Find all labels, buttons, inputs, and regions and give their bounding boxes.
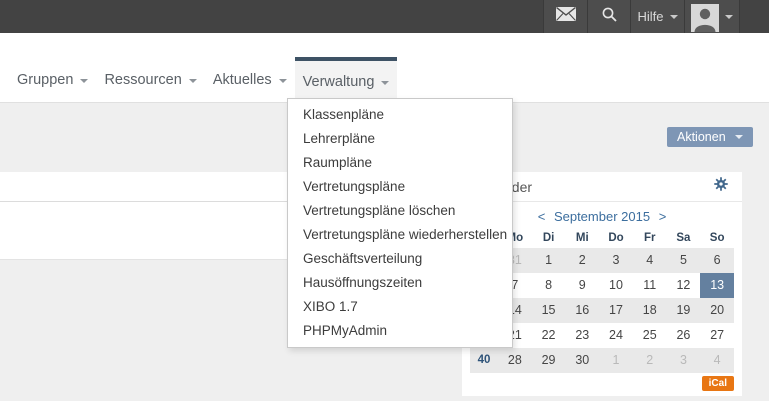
- ical-button[interactable]: iCal: [702, 376, 734, 391]
- calendar-day[interactable]: 2: [633, 348, 667, 373]
- dropdown-item[interactable]: XIBO 1.7: [288, 295, 512, 319]
- calendar-day[interactable]: 18: [633, 298, 667, 323]
- calendar-day[interactable]: 2: [565, 248, 599, 273]
- calendar-day[interactable]: 6: [700, 248, 734, 273]
- dow-header: Sa: [667, 228, 701, 248]
- calendar-day[interactable]: 19: [667, 298, 701, 323]
- nav-item-label: Verwaltung: [303, 74, 375, 90]
- verwaltung-dropdown: KlassenpläneLehrerpläneRaumpläneVertretu…: [287, 98, 513, 348]
- nav-item-label: Gruppen: [17, 72, 73, 88]
- dropdown-item[interactable]: Geschäftsverteilung: [288, 247, 512, 271]
- chevron-down-icon: [279, 79, 287, 83]
- dropdown-item[interactable]: PHPMyAdmin: [288, 319, 512, 343]
- calendar-day[interactable]: 27: [700, 323, 734, 348]
- week-number: 40: [470, 348, 498, 373]
- month-label: September 2015: [554, 209, 650, 224]
- nav-item-gruppen[interactable]: Gruppen: [9, 57, 96, 102]
- calendar-day[interactable]: 3: [599, 248, 633, 273]
- dow-header: Mi: [565, 228, 599, 248]
- prev-month-button[interactable]: <: [538, 209, 546, 224]
- calendar-day[interactable]: 20: [700, 298, 734, 323]
- mail-button[interactable]: [543, 0, 587, 33]
- calendar-day[interactable]: 1: [532, 248, 566, 273]
- help-menu[interactable]: Hilfe: [630, 0, 684, 33]
- calendar-day-selected[interactable]: 13: [700, 273, 734, 298]
- gear-icon[interactable]: [714, 177, 728, 196]
- nav-item-aktuelles[interactable]: Aktuelles: [205, 57, 295, 102]
- nav-item-ressourcen[interactable]: Ressourcen: [96, 57, 204, 102]
- dropdown-item[interactable]: Vertretungspläne wiederherstellen: [288, 223, 512, 247]
- calendar-day[interactable]: 15: [532, 298, 566, 323]
- top-bar-actions: Hilfe: [543, 0, 740, 33]
- calendar-day[interactable]: 24: [599, 323, 633, 348]
- dow-header: So: [700, 228, 734, 248]
- envelope-icon: [556, 7, 576, 26]
- dow-header: Do: [599, 228, 633, 248]
- nav-item-label: Ressourcen: [104, 72, 181, 88]
- top-bar: Hilfe: [0, 0, 769, 33]
- calendar-day[interactable]: 26: [667, 323, 701, 348]
- chevron-down-icon: [381, 81, 389, 85]
- calendar-day[interactable]: 17: [599, 298, 633, 323]
- chevron-down-icon: [735, 135, 743, 139]
- main-nav: Gruppen Ressourcen Aktuelles Verwaltung: [0, 33, 769, 103]
- nav-item-verwaltung[interactable]: Verwaltung: [295, 57, 398, 102]
- dropdown-item[interactable]: Raumpläne: [288, 151, 512, 175]
- calendar-day[interactable]: 28: [498, 348, 532, 373]
- chevron-down-icon: [725, 15, 733, 19]
- calendar-day[interactable]: 22: [532, 323, 566, 348]
- dropdown-item[interactable]: Vertretungspläne löschen: [288, 199, 512, 223]
- calendar-day[interactable]: 11: [633, 273, 667, 298]
- calendar-day[interactable]: 10: [599, 273, 633, 298]
- calendar-day[interactable]: 29: [532, 348, 566, 373]
- calendar-day[interactable]: 5: [667, 248, 701, 273]
- nav-item-label: Aktuelles: [213, 72, 272, 88]
- calendar-day[interactable]: 16: [565, 298, 599, 323]
- calendar-day[interactable]: 3: [667, 348, 701, 373]
- chevron-down-icon: [670, 15, 678, 19]
- dow-header: Fr: [633, 228, 667, 248]
- calendar-day[interactable]: 4: [633, 248, 667, 273]
- aktionen-label: Aktionen: [677, 130, 726, 144]
- dropdown-item[interactable]: Lehrerpläne: [288, 127, 512, 151]
- help-label: Hilfe: [637, 9, 663, 24]
- calendar-day[interactable]: 4: [700, 348, 734, 373]
- calendar-day[interactable]: 25: [633, 323, 667, 348]
- magnifier-icon: [601, 6, 618, 28]
- dropdown-item[interactable]: Hausöffnungszeiten: [288, 271, 512, 295]
- dropdown-item[interactable]: Vertretungspläne: [288, 175, 512, 199]
- avatar: [691, 4, 719, 32]
- calendar-day[interactable]: 9: [565, 273, 599, 298]
- user-menu[interactable]: [684, 0, 740, 33]
- dow-header: Di: [532, 228, 566, 248]
- search-button[interactable]: [587, 0, 630, 33]
- next-month-button[interactable]: >: [659, 209, 667, 224]
- chevron-down-icon: [80, 79, 88, 83]
- calendar-day[interactable]: 12: [667, 273, 701, 298]
- calendar-day[interactable]: 8: [532, 273, 566, 298]
- aktionen-button[interactable]: Aktionen: [667, 127, 753, 147]
- calendar-day[interactable]: 30: [565, 348, 599, 373]
- nav-items: Gruppen Ressourcen Aktuelles Verwaltung: [9, 57, 397, 102]
- calendar-day[interactable]: 23: [565, 323, 599, 348]
- chevron-down-icon: [189, 79, 197, 83]
- dropdown-item[interactable]: Klassenpläne: [288, 103, 512, 127]
- calendar-day[interactable]: 1: [599, 348, 633, 373]
